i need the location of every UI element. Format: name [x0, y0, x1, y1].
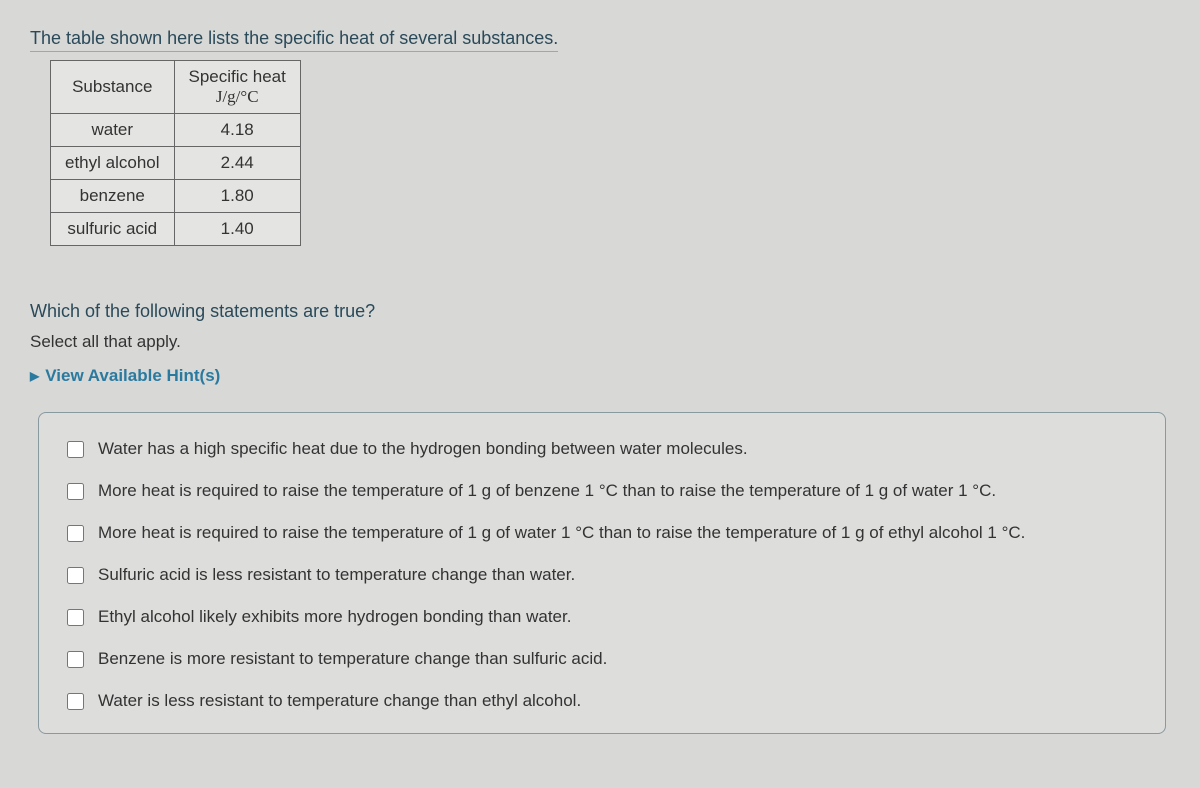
option-label: More heat is required to raise the tempe…	[98, 481, 996, 501]
cell-value: 1.80	[174, 180, 300, 213]
answer-option: Ethyl alcohol likely exhibits more hydro…	[67, 607, 1137, 627]
answer-option: Benzene is more resistant to temperature…	[67, 649, 1137, 669]
option-checkbox-6[interactable]	[67, 651, 84, 668]
option-checkbox-2[interactable]	[67, 483, 84, 500]
intro-text: The table shown here lists the specific …	[30, 28, 558, 52]
cell-substance: ethyl alcohol	[51, 147, 175, 180]
option-label: More heat is required to raise the tempe…	[98, 523, 1025, 543]
cell-value: 4.18	[174, 114, 300, 147]
view-hints-button[interactable]: ▶ View Available Hint(s)	[30, 366, 220, 386]
cell-value: 2.44	[174, 147, 300, 180]
option-checkbox-3[interactable]	[67, 525, 84, 542]
table-header-specific-heat: Specific heat J/g/°C	[174, 61, 300, 114]
option-label: Benzene is more resistant to temperature…	[98, 649, 607, 669]
cell-value: 1.40	[174, 213, 300, 246]
cell-substance: water	[51, 114, 175, 147]
triangle-right-icon: ▶	[30, 369, 39, 383]
option-checkbox-5[interactable]	[67, 609, 84, 626]
option-label: Ethyl alcohol likely exhibits more hydro…	[98, 607, 571, 627]
option-label: Sulfuric acid is less resistant to tempe…	[98, 565, 575, 585]
header-line2: J/g/°C	[189, 87, 286, 107]
option-label: Water has a high specific heat due to th…	[98, 439, 748, 459]
answer-option: More heat is required to raise the tempe…	[67, 481, 1137, 501]
option-label: Water is less resistant to temperature c…	[98, 691, 581, 711]
cell-substance: sulfuric acid	[51, 213, 175, 246]
table-header-substance: Substance	[51, 61, 175, 114]
specific-heat-table: Substance Specific heat J/g/°C water 4.1…	[50, 60, 301, 246]
select-all-text: Select all that apply.	[30, 332, 1170, 352]
option-checkbox-4[interactable]	[67, 567, 84, 584]
question-text: Which of the following statements are tr…	[30, 301, 1170, 322]
header-line1: Specific heat	[189, 67, 286, 87]
option-checkbox-7[interactable]	[67, 693, 84, 710]
hints-label: View Available Hint(s)	[45, 366, 220, 386]
question-page: The table shown here lists the specific …	[0, 0, 1200, 754]
answer-option: Water has a high specific heat due to th…	[67, 439, 1137, 459]
cell-substance: benzene	[51, 180, 175, 213]
answer-options-box: Water has a high specific heat due to th…	[38, 412, 1166, 734]
answer-option: More heat is required to raise the tempe…	[67, 523, 1137, 543]
answer-option: Water is less resistant to temperature c…	[67, 691, 1137, 711]
answer-option: Sulfuric acid is less resistant to tempe…	[67, 565, 1137, 585]
table-row: benzene 1.80	[51, 180, 301, 213]
option-checkbox-1[interactable]	[67, 441, 84, 458]
table-row: sulfuric acid 1.40	[51, 213, 301, 246]
table-row: water 4.18	[51, 114, 301, 147]
table-row: ethyl alcohol 2.44	[51, 147, 301, 180]
